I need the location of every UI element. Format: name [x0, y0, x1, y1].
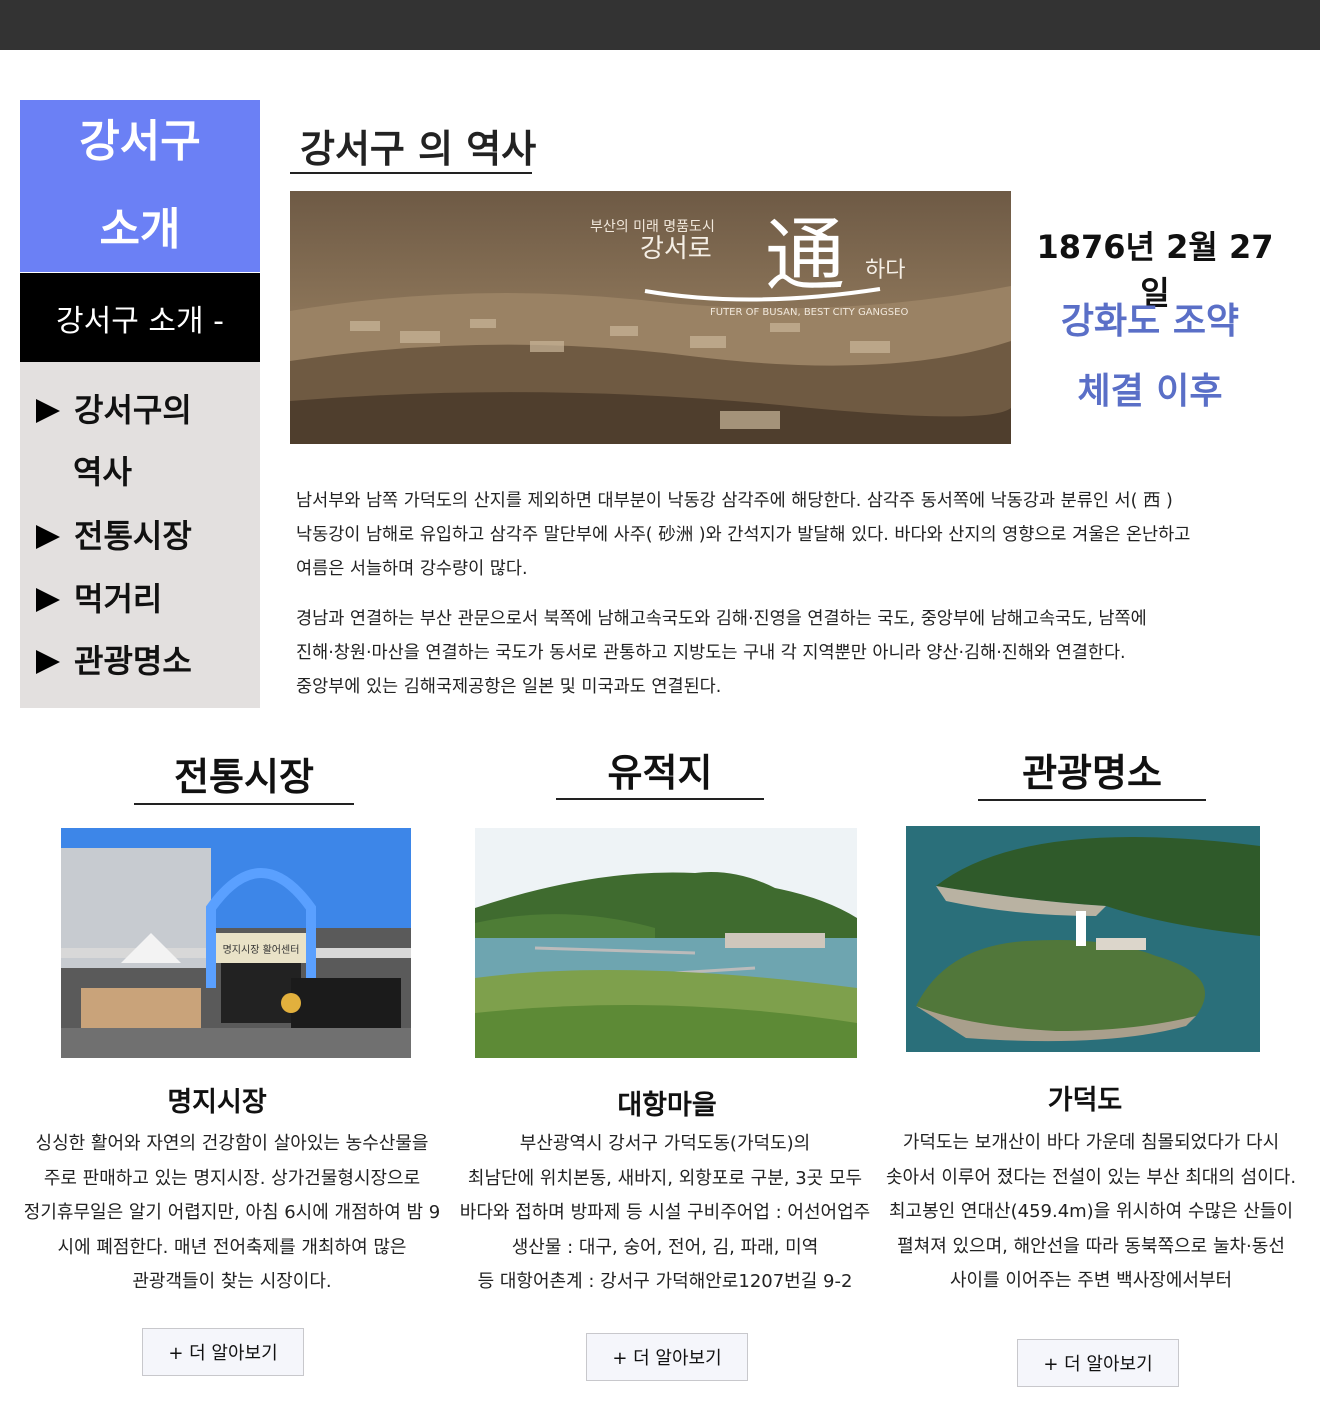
hero-line2-right: 하다: [865, 258, 905, 283]
island-name: 가덕도: [1047, 1085, 1123, 1116]
description-line: 관광객들이 찾는 시장이다.: [132, 1271, 332, 1292]
sidebar-subtitle[interactable]: 강서구 소개 -: [20, 273, 260, 362]
description-line: 등 대항어촌계 : 강서구 가덕해안로1207번길 9-2: [477, 1271, 853, 1292]
description-line: 정기휴무일은 알기 어렵지만, 아침 6시에 개점하여 밤 9: [23, 1202, 441, 1223]
triangle-right-icon: [36, 588, 60, 612]
section-underline: [134, 803, 354, 805]
market-sign-text: 명지시장 활어센터: [223, 943, 300, 956]
hero-line1: 부산의 미래 명품도시: [590, 219, 715, 235]
sidebar-item-label: 강서구의: [74, 391, 192, 429]
hero-banner-image: 부산의 미래 명품도시 강서로 通 하다 FUTER OF BUSAN, BES…: [290, 191, 1011, 444]
top-bar: [0, 0, 1320, 50]
triangle-right-icon: [36, 650, 60, 674]
market-photo: 명지시장 활어센터: [61, 828, 411, 1058]
hero-line2-char: 通: [765, 209, 845, 302]
description-line: 사이를 이어주는 주변 백사장에서부터: [949, 1270, 1233, 1291]
triangle-right-icon: [36, 525, 60, 549]
description-line: 부산광역시 강서구 가덕도동(가덕도)의: [519, 1133, 811, 1154]
hero-line2-left: 강서로: [640, 234, 712, 264]
market-name: 명지시장: [167, 1087, 267, 1118]
sidebar-item-label: 관광명소: [74, 642, 192, 680]
description-line: 가덕도는 보개산이 바다 가운데 침몰되었다가 다시: [902, 1132, 1280, 1153]
description-line: 바다와 접하며 방파제 등 시설 구비주어업 : 어선어업주: [459, 1202, 871, 1223]
learn-more-button-village[interactable]: + 더 알아보기: [586, 1333, 748, 1381]
island-description: 가덕도는 보개산이 바다 가운데 침몰되었다가 다시 솟아서 이루어 졌다는 전…: [872, 1126, 1310, 1299]
paragraph-line: 진해·창원·마산을 연결하는 국도가 동서로 관통하고 지방도는 구내 각 지역…: [296, 643, 1126, 663]
village-photo: [475, 828, 857, 1058]
description-line: 싱싱한 활어와 자연의 건강함이 살아있는 농수산물을: [35, 1133, 429, 1154]
paragraph-line: 여름은 서늘하며 강수량이 많다.: [296, 559, 528, 579]
village-description: 부산광역시 강서구 가덕도동(가덕도)의 최남단에 위치본동, 새바지, 외항포…: [440, 1127, 890, 1300]
learn-more-button-island[interactable]: + 더 알아보기: [1017, 1339, 1179, 1387]
paragraph-line: 낙동강이 남해로 유입하고 삼각주 말단부에 사주( 砂洲 )와 간석지가 발달…: [296, 525, 1191, 545]
sidebar-title-line2: 소개: [99, 204, 181, 255]
section-title-tourism: 관광명소: [1022, 751, 1162, 795]
description-line: 펼쳐져 있으며, 해안선을 따라 동북쪽으로 눌차·동선: [897, 1235, 1285, 1257]
triangle-right-icon: [36, 399, 60, 423]
sidebar-title: 강서구 소개: [20, 100, 260, 272]
treaty-text-line2: 체결 이후: [1077, 371, 1223, 412]
section-underline: [978, 799, 1206, 801]
hero-line3: FUTER OF BUSAN, BEST CITY GANGSEO: [710, 307, 908, 318]
treaty-text-line1: 강화도 조약: [1060, 301, 1240, 342]
sidebar-item-history[interactable]: 강서구의 역사: [36, 379, 192, 503]
market-description: 싱싱한 활어와 자연의 건강함이 살아있는 농수산물을 주로 판매하고 있는 명…: [0, 1127, 464, 1300]
description-line: 최고봉인 연대산(459.4m)을 위시하여 수많은 산들이: [888, 1201, 1294, 1222]
sidebar-item-tourism[interactable]: 관광명소: [36, 630, 192, 692]
learn-more-button-market[interactable]: + 더 알아보기: [142, 1328, 304, 1376]
sidebar-menu: 강서구의 역사 전통시장 먹거리 관광명소: [20, 362, 260, 708]
heading-underline: [290, 172, 532, 174]
history-paragraph-1: 남서부와 남쪽 가덕도의 산지를 제외하면 대부분이 낙동강 삼각주에 해당한다…: [296, 484, 1190, 586]
section-underline: [556, 798, 764, 800]
village-name: 대항마을: [617, 1090, 717, 1121]
history-heading: 강서구 의 역사: [300, 127, 537, 171]
description-line: 생산물 : 대구, 숭어, 전어, 김, 파래, 미역: [511, 1236, 819, 1258]
island-photo: [906, 826, 1260, 1052]
section-title-market: 전통시장: [174, 755, 314, 799]
paragraph-line: 남서부와 남쪽 가덕도의 산지를 제외하면 대부분이 낙동강 삼각주에 해당한다…: [296, 491, 1173, 511]
sidebar-item-market[interactable]: 전통시장: [36, 505, 192, 567]
sidebar-item-label-cont: 역사: [73, 453, 132, 491]
sidebar-item-food[interactable]: 먹거리: [36, 568, 162, 630]
sidebar-item-label: 전통시장: [74, 517, 192, 555]
description-line: 시에 폐점한다. 매년 전어축제를 개최하여 많은: [57, 1236, 407, 1258]
sidebar-item-label: 먹거리: [74, 580, 163, 618]
history-paragraph-2: 경남과 연결하는 부산 관문으로서 북쪽에 남해고속국도와 김해·진영을 연결하…: [296, 602, 1147, 704]
paragraph-line: 경남과 연결하는 부산 관문으로서 북쪽에 남해고속국도와 김해·진영을 연결하…: [296, 609, 1147, 629]
description-line: 솟아서 이루어 졌다는 전설이 있는 부산 최대의 섬이다.: [885, 1166, 1297, 1188]
description-line: 최남단에 위치본동, 새바지, 외항포로 구분, 3곳 모두: [467, 1167, 863, 1189]
section-title-historic: 유적지: [607, 751, 713, 795]
sidebar-title-line1: 강서구: [79, 116, 201, 167]
paragraph-line: 중앙부에 있는 김해국제공항은 일본 및 미국과도 연결된다.: [296, 677, 722, 697]
description-line: 주로 판매하고 있는 명지시장. 상가건물형시장으로: [43, 1167, 421, 1189]
